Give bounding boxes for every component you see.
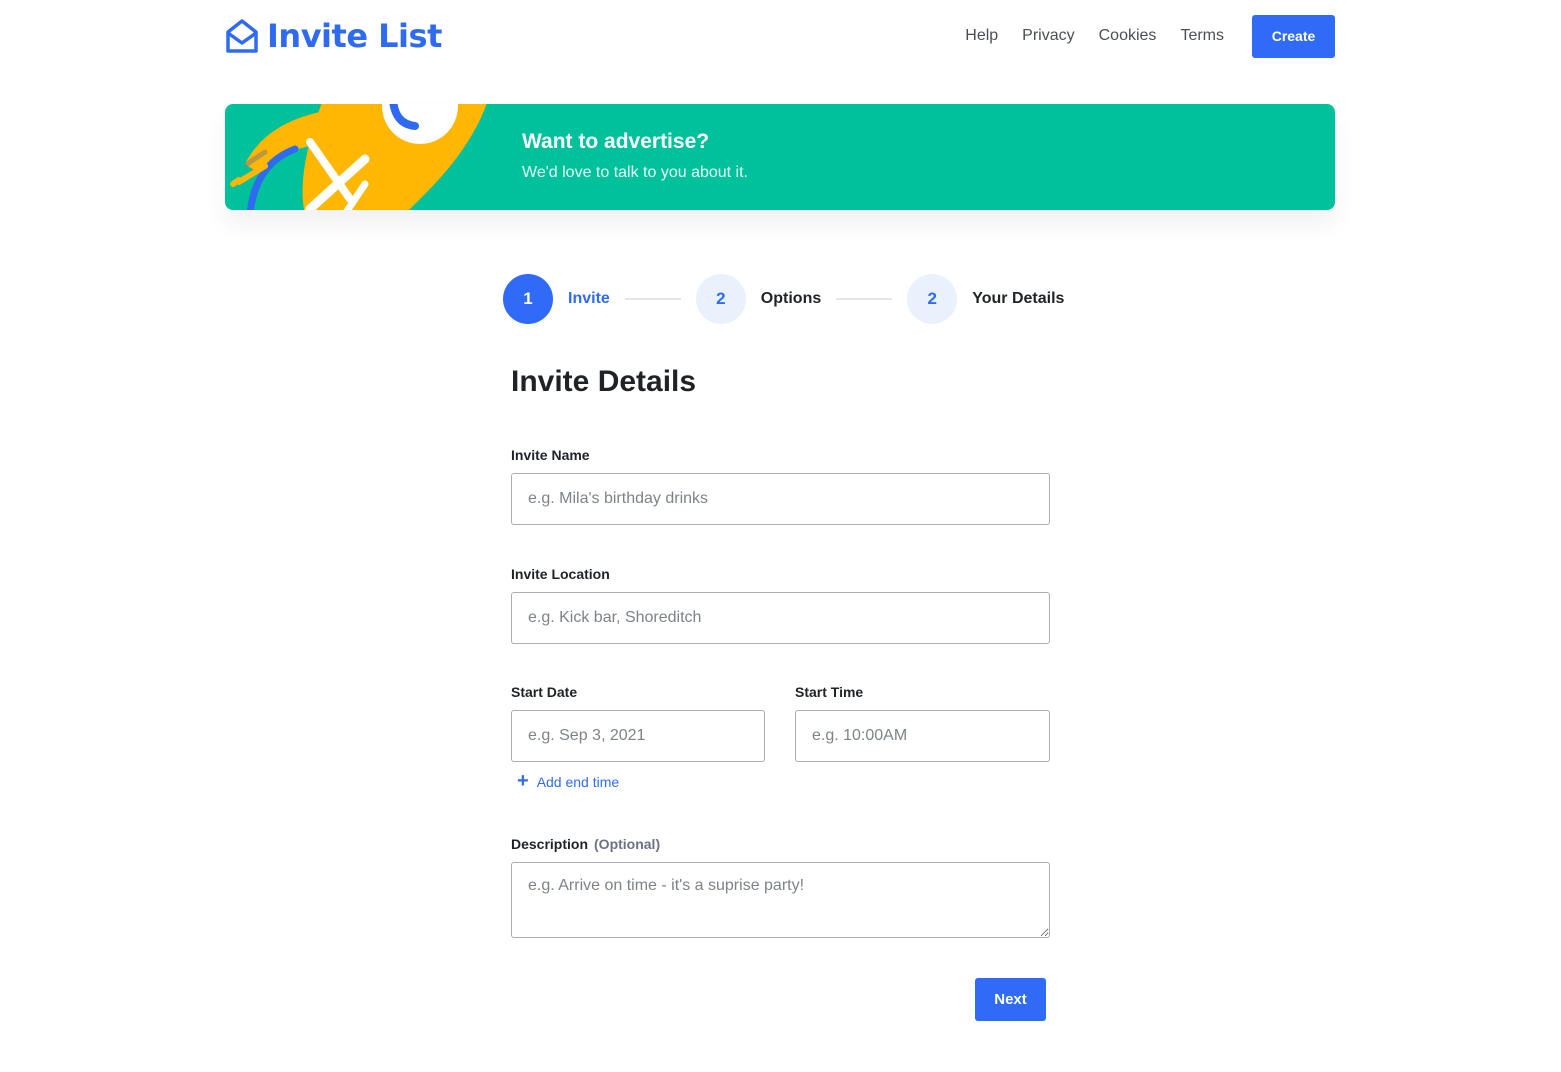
step-1-circle[interactable]: 1 (503, 274, 553, 324)
advertise-banner[interactable]: Want to advertise? We'd love to talk to … (225, 104, 1335, 210)
site-header: Invite List Help Privacy Cookies Terms C… (225, 14, 1335, 58)
step-1-label: Invite (568, 290, 610, 307)
create-button[interactable]: Create (1252, 14, 1335, 58)
step-3-label: Your Details (972, 290, 1065, 307)
step-3-circle[interactable]: 2 (907, 274, 958, 324)
invite-location-label: Invite Location (511, 566, 610, 582)
add-end-time-label: Add end time (536, 774, 620, 790)
description-label-text: Description (511, 836, 589, 852)
invite-name-input[interactable] (511, 473, 1050, 525)
top-nav: Help Privacy Cookies Terms Create (965, 14, 1335, 58)
plus-icon: + (517, 770, 529, 792)
step-2-label: Options (760, 290, 822, 307)
description-textarea[interactable] (511, 862, 1050, 938)
logo-text: Invite List (267, 17, 442, 55)
step-divider (624, 298, 681, 300)
nav-terms-link[interactable]: Terms (1180, 27, 1224, 45)
optional-tag: (Optional) (594, 836, 661, 852)
nav-help-link[interactable]: Help (965, 27, 998, 45)
start-time-label: Start Time (795, 684, 864, 700)
description-label: Description (Optional) (511, 836, 660, 852)
invite-location-input[interactable] (511, 592, 1050, 644)
start-time-input[interactable] (795, 710, 1050, 762)
step-2-circle[interactable]: 2 (695, 274, 746, 324)
logo[interactable]: Invite List (225, 14, 442, 58)
invite-name-label: Invite Name (511, 447, 590, 463)
add-end-time-link[interactable]: + Add end time (517, 770, 620, 792)
next-button[interactable]: Next (975, 978, 1046, 1021)
nav-privacy-link[interactable]: Privacy (1022, 27, 1074, 45)
start-date-input[interactable] (511, 710, 765, 762)
step-divider (836, 298, 893, 300)
nav-cookies-link[interactable]: Cookies (1099, 27, 1157, 45)
invite-details-form: Invite Details Invite Name Invite Locati… (511, 365, 1050, 1021)
envelope-open-icon (226, 19, 258, 53)
page-title: Invite Details (511, 365, 697, 398)
start-date-label: Start Date (511, 684, 578, 700)
banner-subtitle: We'd love to talk to you about it. (522, 164, 748, 181)
banner-title: Want to advertise? (522, 130, 710, 153)
rocket-illustration (230, 104, 487, 210)
progress-stepper: 1 Invite 2 Options 2 Your Details (503, 274, 1064, 324)
